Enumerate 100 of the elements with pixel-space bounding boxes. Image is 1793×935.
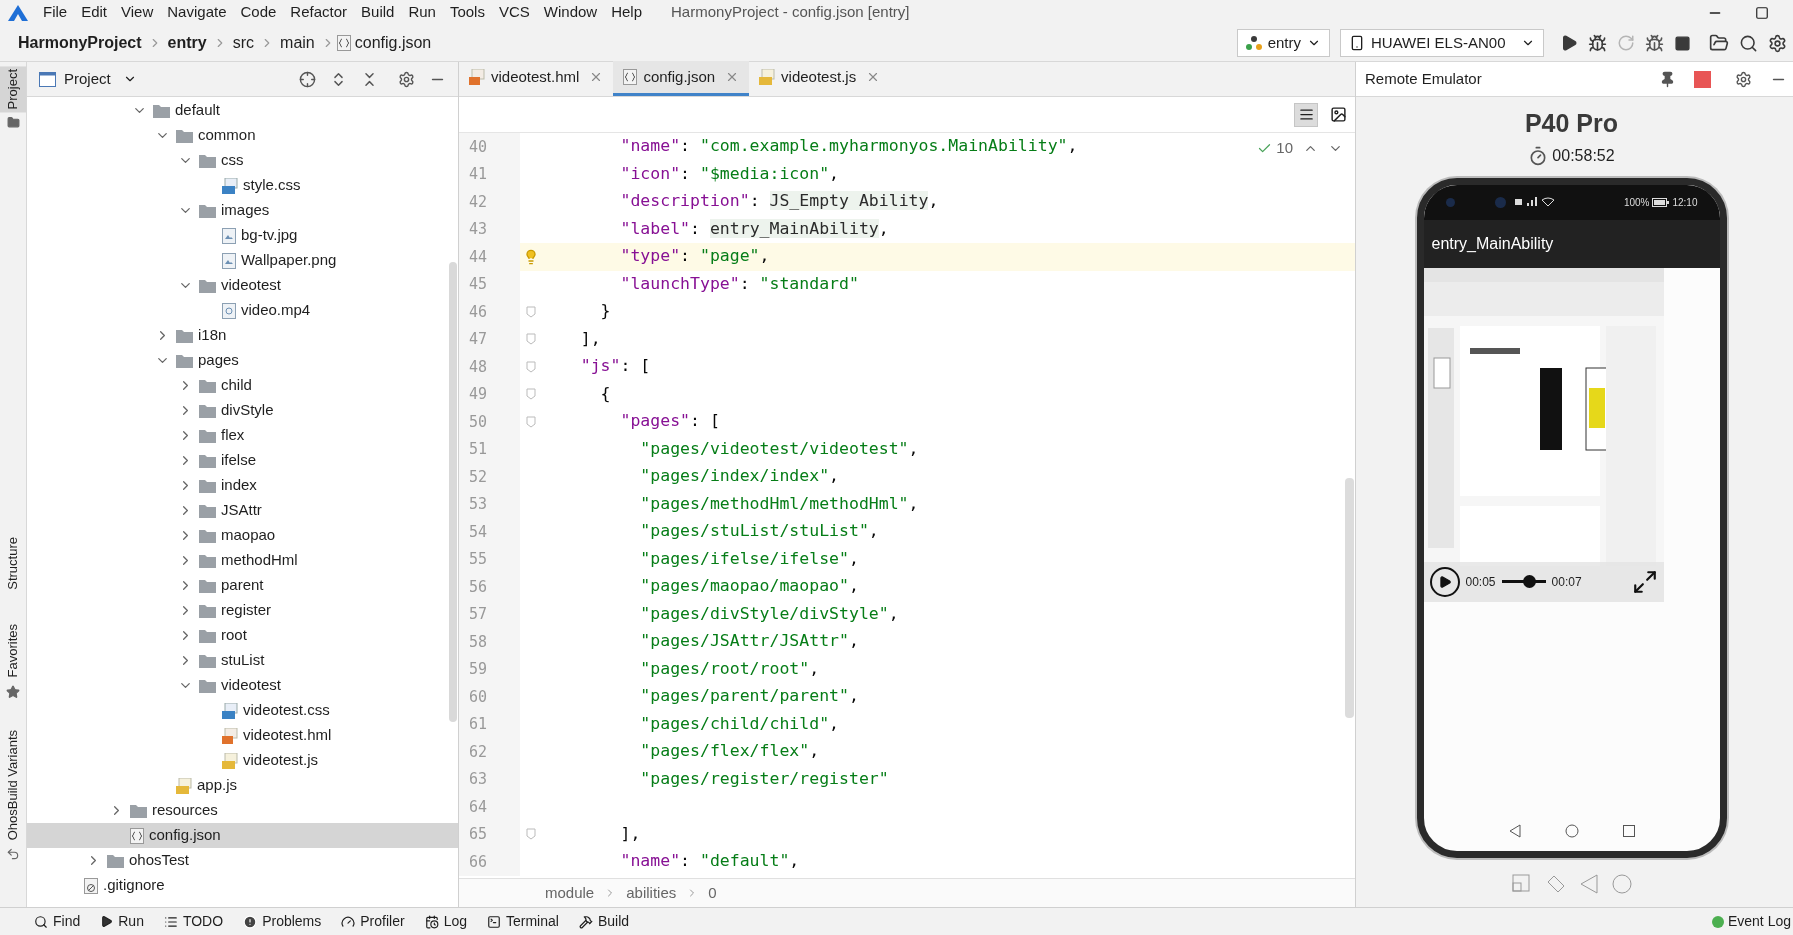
tree-item[interactable]: maopao (27, 523, 458, 548)
menu-item[interactable]: Navigate (160, 1, 234, 24)
tree-item[interactable]: .gitignore (27, 873, 458, 898)
seek-thumb[interactable] (1523, 575, 1537, 588)
settings-icon[interactable] (398, 70, 415, 88)
tree-item[interactable]: child (27, 373, 458, 398)
fold-marker-icon[interactable] (525, 388, 536, 401)
settings-icon[interactable] (1735, 70, 1752, 88)
tree-item[interactable]: videotest.hml (27, 723, 458, 748)
tree-item[interactable]: JSAttr (27, 498, 458, 523)
tag-icon[interactable] (1545, 873, 1566, 894)
tool-window-button[interactable]: Terminal (487, 911, 559, 932)
pin-icon[interactable] (1659, 70, 1676, 88)
scrollbar[interactable] (449, 262, 457, 722)
tool-window-button[interactable]: Run (100, 911, 144, 932)
tree-item[interactable]: parent (27, 573, 458, 598)
tool-window-button[interactable]: Find (34, 911, 81, 932)
recents-icon[interactable] (1622, 824, 1635, 837)
image-icon[interactable] (1330, 106, 1347, 123)
stop-button[interactable] (1694, 70, 1711, 88)
tree-item[interactable]: stuList (27, 648, 458, 673)
side-tab[interactable]: Structure (0, 534, 27, 594)
fullscreen-icon[interactable] (1631, 568, 1658, 595)
tree-item[interactable]: divStyle (27, 398, 458, 423)
menu-item[interactable]: Run (401, 1, 443, 24)
tree-item[interactable]: images (27, 198, 458, 223)
attach-debugger-icon[interactable] (1645, 33, 1664, 53)
tree-item[interactable]: index (27, 473, 458, 498)
side-tab[interactable]: Project (0, 66, 27, 113)
tool-window-button[interactable]: Profiler (341, 911, 405, 932)
tree-item[interactable]: video.mp4 (27, 298, 458, 323)
maximize-icon[interactable] (1755, 5, 1769, 20)
menu-item[interactable]: Tools (442, 1, 492, 24)
locate-icon[interactable] (299, 70, 316, 88)
menu-item[interactable]: VCS (491, 1, 537, 24)
tree-item[interactable]: videotest.js (27, 748, 458, 773)
editor-tab[interactable]: config.json (613, 61, 750, 96)
tree-item[interactable]: videotest.css (27, 698, 458, 723)
back-icon[interactable] (1508, 823, 1521, 838)
project-structure-icon[interactable] (1709, 33, 1729, 53)
stop-icon[interactable] (1674, 34, 1691, 52)
home-icon[interactable] (1564, 823, 1579, 838)
breadcrumb-item[interactable]: entry (163, 31, 211, 55)
tool-window-button[interactable]: TODO (163, 911, 224, 932)
code-breadcrumb-item[interactable]: module (545, 881, 595, 905)
run-icon[interactable] (1560, 34, 1578, 52)
breadcrumb-item[interactable]: src (228, 31, 259, 55)
tree-item[interactable]: resources (27, 798, 458, 823)
menu-item[interactable]: File (36, 1, 75, 24)
tree-item[interactable]: Wallpaper.png (27, 248, 458, 273)
tree-item[interactable]: pages (27, 348, 458, 373)
play-button[interactable] (1429, 566, 1460, 597)
menu-item[interactable]: Build (354, 1, 402, 24)
editor-tab[interactable]: videotest.hml (459, 61, 614, 96)
fold-marker-icon[interactable] (525, 828, 536, 841)
search-icon[interactable] (1739, 33, 1758, 53)
breadcrumb-item[interactable]: HarmonyProject (14, 31, 146, 55)
tree-item[interactable]: app.js (27, 773, 458, 798)
tree-item[interactable]: bg-tv.jpg (27, 223, 458, 248)
menu-item[interactable]: Window (536, 1, 605, 24)
tree-item[interactable]: style.css (27, 173, 458, 198)
fold-marker-icon[interactable] (525, 360, 536, 373)
menu-item[interactable]: Refactor (283, 1, 355, 24)
fold-marker-icon[interactable] (525, 305, 536, 318)
tree-item[interactable]: common (27, 123, 458, 148)
side-tab[interactable]: OhosBuild Variants (0, 726, 27, 843)
module-dropdown[interactable]: entry (1236, 29, 1330, 57)
tree-item[interactable]: i18n (27, 323, 458, 348)
reader-mode-button[interactable] (1294, 102, 1318, 127)
menu-item[interactable]: Code (233, 1, 284, 24)
breadcrumb-item[interactable]: config.json (350, 31, 436, 55)
tree-item[interactable]: ohosTest (27, 848, 458, 873)
menu-item[interactable]: View (114, 1, 161, 24)
tree-item[interactable]: ifelse (27, 448, 458, 473)
editor-tab[interactable]: videotest.js (749, 61, 891, 96)
tree-item[interactable]: default (27, 98, 458, 123)
menu-item[interactable]: Help (604, 1, 650, 24)
tree-item[interactable]: root (27, 623, 458, 648)
scrollbar[interactable] (1345, 478, 1354, 718)
inspection-count[interactable]: 10 (1276, 137, 1293, 160)
tool-window-button[interactable]: Build (578, 911, 630, 932)
tree-item[interactable]: config.json (27, 823, 458, 848)
tree-item[interactable]: flex (27, 423, 458, 448)
event-log-button[interactable]: Event Log (1711, 911, 1791, 932)
tree-item[interactable]: videotest (27, 673, 458, 698)
tree-item[interactable]: videotest (27, 273, 458, 298)
code-breadcrumb-item[interactable]: abilities (626, 881, 677, 905)
fold-marker-icon[interactable] (525, 333, 536, 346)
menu-item[interactable]: Edit (74, 1, 115, 24)
tool-window-button[interactable]: Log (424, 911, 467, 932)
tree-item[interactable]: css (27, 148, 458, 173)
fold-marker-icon[interactable] (525, 415, 536, 428)
tool-window-button[interactable]: Problems (243, 911, 322, 932)
tree-item[interactable]: register (27, 598, 458, 623)
device-dropdown[interactable]: HUAWEI ELS-AN00 (1340, 29, 1544, 57)
settings-icon[interactable] (1768, 33, 1787, 53)
tree-item[interactable]: methodHml (27, 548, 458, 573)
code-breadcrumb-item[interactable]: 0 (708, 881, 717, 905)
side-tab[interactable]: Favorites (0, 621, 27, 681)
breadcrumb-item[interactable]: main (276, 31, 319, 55)
